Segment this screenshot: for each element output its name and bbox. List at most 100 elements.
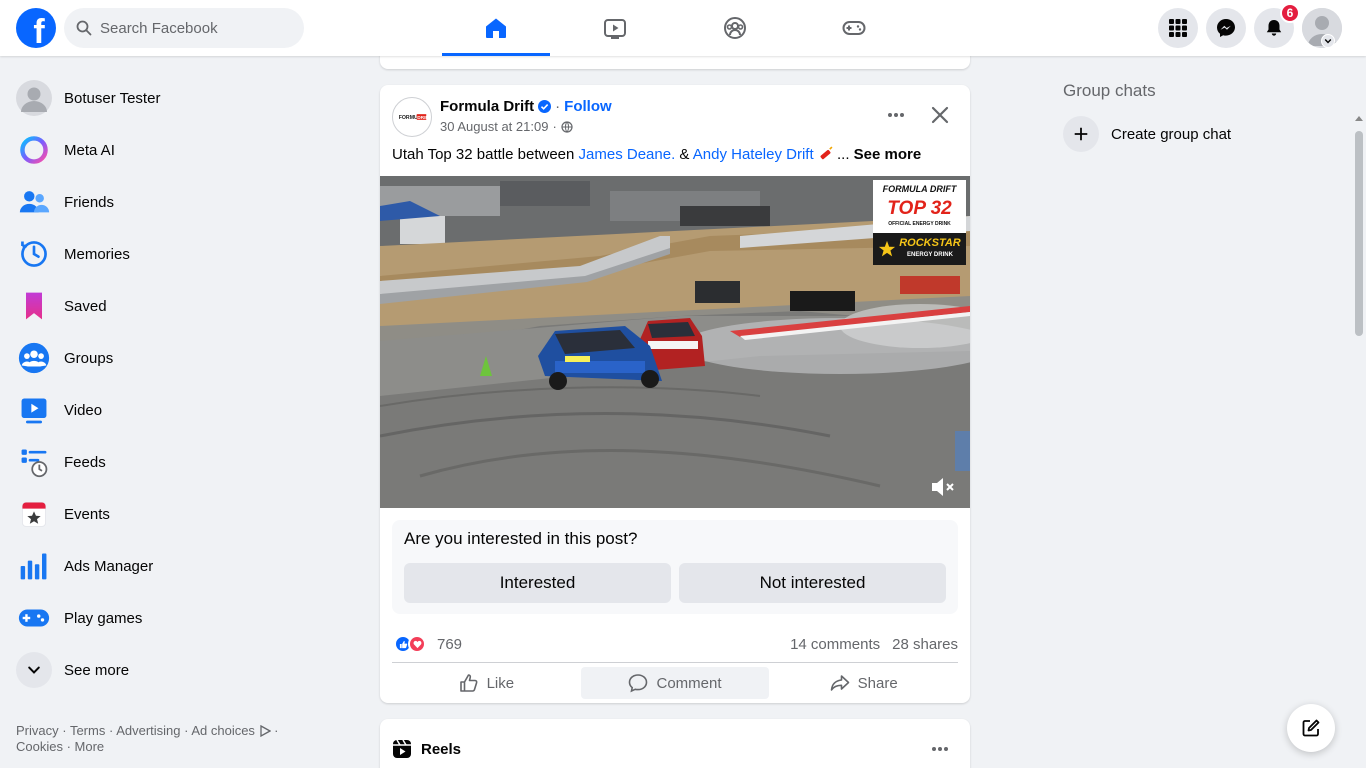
- more-dots-icon: [932, 747, 948, 751]
- reels-options-button[interactable]: [922, 731, 958, 767]
- facebook-logo[interactable]: f: [16, 8, 56, 48]
- interest-prompt: Are you interested in this post? Interes…: [392, 520, 958, 614]
- sidebar-item-saved[interactable]: Saved: [8, 280, 348, 332]
- shares-count[interactable]: 28 shares: [892, 636, 958, 653]
- meta-ai-icon: [16, 132, 52, 168]
- post-video[interactable]: FORMULA DRIFT TOP 32 OFFICIAL ENERGY DRI…: [380, 176, 970, 508]
- comment-label: Comment: [656, 674, 722, 692]
- home-icon: [485, 18, 506, 38]
- reaction-icons[interactable]: [394, 635, 426, 653]
- comment-button[interactable]: Comment: [580, 667, 770, 699]
- sidebar-item-label: Feeds: [64, 453, 106, 471]
- sidebar-item-video[interactable]: Video: [8, 384, 348, 436]
- see-more-link[interactable]: See more: [854, 146, 922, 163]
- sidebar-item-meta-ai[interactable]: Meta AI: [8, 124, 348, 176]
- compose-icon: [1302, 719, 1320, 737]
- ad-choices-link[interactable]: Ad choices: [191, 723, 255, 738]
- reels-title: Reels: [421, 741, 462, 758]
- mention-andy-hateley[interactable]: Andy Hateley Drift: [693, 146, 814, 163]
- globe-icon: [561, 120, 573, 133]
- sidebar-item-profile[interactable]: Botuser Tester: [8, 72, 348, 124]
- thumbs-up-icon: [459, 674, 478, 692]
- hide-post-button[interactable]: [922, 97, 958, 133]
- sidebar-item-events[interactable]: Events: [8, 488, 348, 540]
- grid-menu-icon: [1169, 19, 1187, 37]
- top-right-actions: 6: [1158, 3, 1342, 48]
- formula-drift-logo-icon: FORMULADRIFT: [393, 98, 431, 136]
- account-chevron-icon[interactable]: [1321, 34, 1335, 48]
- interested-button[interactable]: Interested: [404, 563, 671, 603]
- privacy-link[interactable]: Privacy: [16, 723, 59, 738]
- post-options-button[interactable]: [878, 97, 914, 133]
- sidebar-item-friends[interactable]: Friends: [8, 176, 348, 228]
- cookies-link[interactable]: Cookies: [16, 739, 63, 754]
- post-divider: [392, 662, 958, 663]
- sponsor-drink: ROCKSTAR: [899, 237, 961, 249]
- create-group-chat-button[interactable]: Create group chat: [1063, 116, 1231, 152]
- search-box[interactable]: [64, 8, 304, 48]
- terms-link[interactable]: Terms: [70, 723, 105, 738]
- share-button[interactable]: Share: [769, 667, 958, 699]
- not-interested-button[interactable]: Not interested: [679, 563, 946, 603]
- advertising-link[interactable]: Advertising: [116, 723, 180, 738]
- tab-gaming[interactable]: [795, 0, 915, 56]
- video-icon: [604, 19, 627, 39]
- mute-button[interactable]: [930, 476, 956, 498]
- sponsor-event: TOP 32: [887, 198, 952, 219]
- sidebar-item-label: See more: [64, 661, 130, 679]
- sidebar-item-label: Botuser Tester: [64, 89, 161, 107]
- sidebar-item-see-more[interactable]: See more: [8, 644, 348, 696]
- groups-icon: [16, 340, 52, 376]
- friends-icon: [16, 184, 52, 220]
- love-reaction-icon: [408, 635, 426, 653]
- like-button[interactable]: Like: [392, 667, 581, 699]
- sidebar-item-play-games[interactable]: Play games: [8, 592, 348, 644]
- tab-groups[interactable]: [675, 0, 795, 56]
- page-scrollbar[interactable]: [1352, 56, 1366, 768]
- follow-button[interactable]: Follow: [564, 98, 612, 115]
- sidebar-item-feeds[interactable]: Feeds: [8, 436, 348, 488]
- groups-icon: [723, 17, 746, 39]
- notifications-button[interactable]: 6: [1254, 3, 1300, 48]
- reaction-summary: 769 14 comments 28 shares: [392, 633, 958, 657]
- sidebar-item-ads-manager[interactable]: Ads Manager: [8, 540, 348, 592]
- page-name-row: Formula Drift · Follow: [440, 98, 612, 115]
- more-dots-icon: [888, 113, 904, 117]
- tab-home[interactable]: [436, 0, 556, 56]
- create-group-chat-label: Create group chat: [1111, 125, 1232, 143]
- scrollbar-thumb[interactable]: [1355, 131, 1363, 336]
- post-meta: 30 August at 21:09 ·: [440, 119, 573, 134]
- reaction-count[interactable]: 769: [437, 636, 462, 653]
- menu-button[interactable]: [1158, 8, 1198, 48]
- scroll-up-arrow-icon[interactable]: [1355, 116, 1363, 121]
- tab-video[interactable]: [556, 0, 676, 56]
- post-timestamp[interactable]: 30 August at 21:09: [440, 119, 548, 134]
- sidebar-item-label: Friends: [64, 193, 115, 211]
- sidebar-item-label: Video: [64, 401, 103, 419]
- page-avatar[interactable]: FORMULA DRIFT: [392, 97, 432, 137]
- plus-icon: [1063, 116, 1099, 152]
- page-name[interactable]: Formula Drift: [440, 98, 534, 115]
- comments-count[interactable]: 14 comments: [790, 636, 880, 653]
- messenger-button[interactable]: [1206, 8, 1246, 48]
- close-icon: [931, 106, 949, 124]
- new-message-button[interactable]: [1287, 704, 1335, 752]
- post-header-actions: [878, 97, 958, 133]
- sidebar-item-memories[interactable]: Memories: [8, 228, 348, 280]
- top-navigation-bar: f 6: [0, 0, 1366, 56]
- mention-james-deane[interactable]: James Deane.: [579, 146, 676, 163]
- ads-manager-icon: [16, 548, 52, 584]
- sidebar-item-groups[interactable]: Groups: [8, 332, 348, 384]
- games-icon: [16, 600, 52, 636]
- memories-icon: [16, 236, 52, 272]
- more-link[interactable]: More: [75, 739, 105, 754]
- sidebar-item-label: Memories: [64, 245, 130, 263]
- events-icon: [16, 496, 52, 532]
- gaming-icon: [842, 21, 866, 35]
- sidebar-item-label: Meta AI: [64, 141, 115, 159]
- sidebar-item-label: Ads Manager: [64, 557, 154, 575]
- main-nav-tabs: [436, 0, 914, 56]
- share-icon: [830, 675, 849, 691]
- search-input[interactable]: [100, 19, 290, 37]
- sponsor-drink-sub: ENERGY DRINK: [907, 252, 953, 258]
